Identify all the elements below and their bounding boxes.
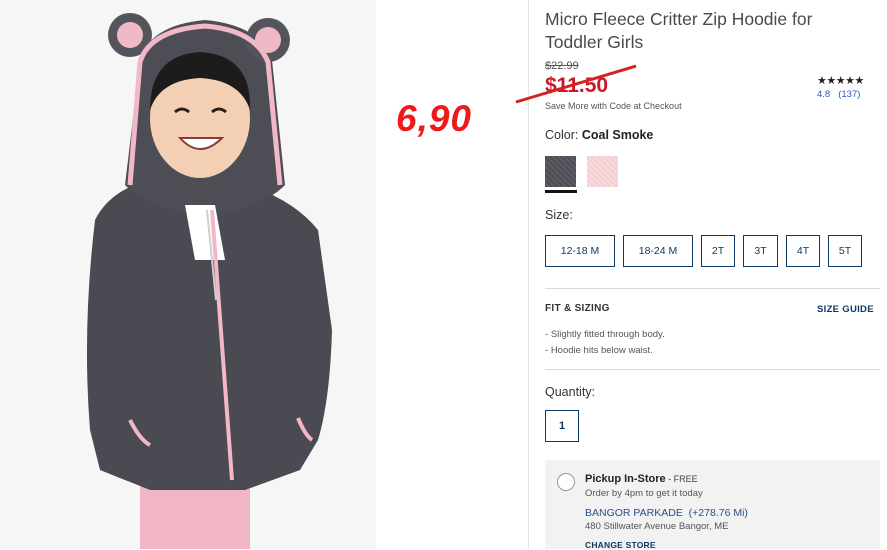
pickup-order-note: Order by 4pm to get it today — [585, 488, 703, 499]
swatch-coal-smoke[interactable] — [545, 156, 576, 187]
pickup-title-text: Pickup In-Store — [585, 473, 666, 485]
size-option-3t[interactable]: 3T — [743, 235, 778, 267]
divider — [545, 369, 880, 370]
size-label: Size: — [545, 208, 573, 222]
product-photo-illustration — [0, 0, 376, 549]
star-rating-icon[interactable]: ★★★★★ — [817, 74, 864, 87]
rating-value: 4.8 — [817, 89, 831, 100]
pickup-free-label: - FREE — [665, 474, 698, 484]
size-guide-link[interactable]: SIZE GUIDE — [817, 304, 874, 315]
store-address: 480 Stillwater Avenue Bangor, ME — [585, 521, 729, 532]
color-label-text: Color: — [545, 128, 579, 142]
product-image — [0, 0, 376, 549]
swatch-pink[interactable] — [587, 156, 618, 187]
size-option-12-18m[interactable]: 12-18 M — [545, 235, 615, 267]
list-item: - Hoodie hits below waist. — [545, 345, 653, 356]
fit-sizing-heading: FIT & SIZING — [545, 303, 610, 314]
fit-bullet-text: Slightly fitted through body. — [550, 329, 665, 340]
list-item: - Slightly fitted through body. — [545, 329, 665, 340]
rating-summary[interactable]: 4.8 (137) — [817, 89, 868, 100]
size-option-18-24m[interactable]: 18-24 M — [623, 235, 693, 267]
review-count: (137) — [838, 89, 861, 100]
pickup-radio[interactable] — [557, 473, 575, 491]
color-label: Color: Coal Smoke — [545, 128, 653, 142]
selected-swatch-indicator — [545, 190, 577, 193]
store-name[interactable]: BANGOR PARKADE (+278.76 Mi) — [585, 507, 748, 519]
fit-bullet-text: Hoodie hits below waist. — [550, 345, 653, 356]
pickup-title: Pickup In-Store - FREE — [585, 473, 698, 485]
fit-bullets: - Slightly fitted through body. - Hoodie… — [545, 327, 665, 359]
product-title: Micro Fleece Critter Zip Hoodie for Todd… — [545, 9, 813, 52]
quantity-label: Quantity: — [545, 385, 596, 399]
red-strike-line — [515, 64, 637, 104]
quantity-select[interactable]: 1 — [545, 410, 579, 442]
store-distance: (+278.76 Mi) — [688, 507, 748, 519]
handwritten-overlay-price: 6,90 — [396, 98, 473, 139]
size-option-2t[interactable]: 2T — [701, 235, 735, 267]
divider — [545, 288, 880, 289]
selected-color: Coal Smoke — [581, 128, 654, 142]
size-option-4t[interactable]: 4T — [786, 235, 820, 267]
size-option-5t[interactable]: 5T — [828, 235, 862, 267]
store-name-text: BANGOR PARKADE — [585, 507, 683, 519]
promo-note: Save More with Code at Checkout — [545, 101, 682, 111]
